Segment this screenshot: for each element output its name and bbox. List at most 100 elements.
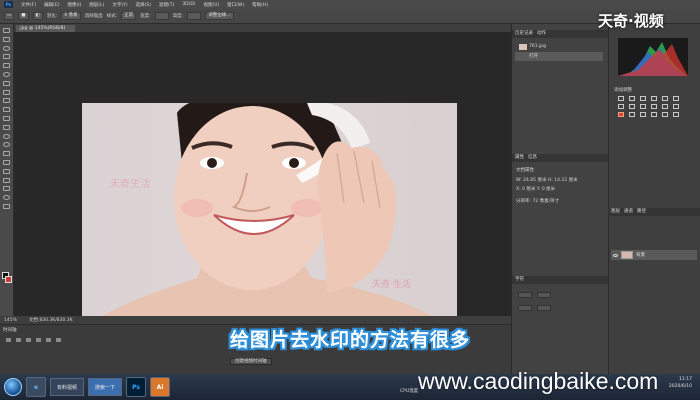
zoom-tool-icon[interactable]	[3, 195, 10, 201]
more-tools-icon[interactable]	[3, 203, 10, 209]
taskbar-search-window[interactable]: 搜索一下	[88, 378, 123, 396]
clone-stamp-tool-icon[interactable]	[3, 98, 10, 104]
history-snapshot[interactable]: 761.jpg	[515, 42, 603, 51]
curves-icon[interactable]	[640, 96, 646, 101]
add-selection-button[interactable]: ◧	[32, 12, 43, 20]
menu-type[interactable]: 文字(Y)	[108, 2, 131, 8]
taskbar-ie-icon[interactable]: e	[26, 377, 46, 397]
menu-edit[interactable]: 编辑(E)	[40, 2, 63, 8]
shadows-icon[interactable]	[662, 112, 668, 117]
gradient-map-icon[interactable]	[618, 112, 624, 117]
brush-tool-icon[interactable]	[3, 89, 10, 95]
kerning-field[interactable]	[537, 305, 552, 311]
type-tool-icon[interactable]	[3, 159, 10, 165]
tab-actions[interactable]: 动作	[537, 30, 546, 38]
photo-filter-icon[interactable]	[640, 104, 646, 109]
refine-edge-button[interactable]: 调整边缘...	[205, 12, 234, 20]
cpu-temp: CPU温度	[400, 389, 419, 394]
exposure-icon[interactable]	[651, 96, 657, 101]
posterize-icon[interactable]	[640, 112, 646, 117]
background-color-swatch[interactable]	[5, 276, 12, 283]
adjustments-title: 添加调整	[614, 88, 632, 93]
vibrance-icon[interactable]	[662, 96, 668, 101]
invert-icon[interactable]	[673, 104, 679, 109]
move-tool-icon[interactable]	[3, 28, 10, 33]
taskbar-photoshop-icon[interactable]: Ps	[126, 377, 147, 397]
antialias-label[interactable]: 消除锯齿	[85, 13, 103, 19]
eye-icon[interactable]	[613, 253, 618, 257]
history-step-open[interactable]: 打开	[515, 52, 603, 61]
hdr-icon[interactable]	[673, 112, 679, 117]
properties-pos-row: X: 0 厘米 Y: 0 厘米	[516, 186, 555, 192]
marquee-tool-icon[interactable]	[3, 36, 10, 42]
menu-file[interactable]: 文件(F)	[17, 2, 40, 8]
layer-background[interactable]: 背景	[611, 250, 697, 260]
menu-bar: Ps 文件(F) 编辑(E) 图像(I) 图层(L) 文字(Y) 选择(S) 滤…	[0, 0, 700, 9]
create-video-timeline-button[interactable]: 创建视频时间轴	[230, 358, 272, 365]
tab-character[interactable]: 字符	[515, 276, 524, 284]
zoom-level[interactable]: 145%	[4, 318, 17, 323]
menu-layer[interactable]: 图层(L)	[85, 2, 108, 8]
dodge-tool-icon[interactable]	[3, 142, 10, 148]
history-brush-tool-icon[interactable]	[3, 107, 10, 113]
layers-tabs: 图层 通道 路径	[608, 208, 700, 216]
tab-info[interactable]: 信息	[528, 154, 537, 162]
y-value: 0 厘米	[541, 187, 556, 192]
options-bar: ▭ ■ ◧ 羽化: 0 像素 消除锯齿 样式: 正常 宽度: 高度: 调整边缘.…	[0, 9, 700, 24]
system-clock[interactable]: 11:17 2020/6/10	[669, 376, 692, 390]
brightness-icon[interactable]	[618, 96, 624, 101]
menu-select[interactable]: 选择(S)	[132, 2, 155, 8]
channel-mixer-icon[interactable]	[651, 104, 657, 109]
pen-tool-icon[interactable]	[3, 151, 10, 157]
gradient-tool-icon[interactable]	[3, 124, 10, 130]
threshold-icon[interactable]	[651, 112, 657, 117]
start-button[interactable]	[4, 378, 22, 396]
snapshot-thumbnail	[519, 43, 527, 50]
crop-tool-icon[interactable]	[3, 63, 10, 69]
document-tab[interactable]: .jpg @ 145%(RGB/8)	[16, 25, 76, 32]
color-balance-icon[interactable]	[618, 104, 624, 109]
properties-size-row: W: 24.85 厘米 H: 14.22 厘米	[516, 177, 578, 183]
w-label: W:	[516, 178, 522, 183]
lasso-tool-icon[interactable]	[3, 45, 10, 51]
tab-properties[interactable]: 属性	[515, 154, 524, 162]
hand-tool-icon[interactable]	[3, 186, 10, 192]
tool-preset-picker[interactable]: ▭	[4, 12, 15, 20]
new-selection-button[interactable]: ■	[18, 12, 29, 20]
tab-channels[interactable]: 通道	[624, 208, 633, 216]
document-image[interactable]: 天奇生活 天奇·生活	[82, 103, 457, 319]
width-input[interactable]	[154, 12, 169, 20]
eraser-tool-icon[interactable]	[3, 115, 10, 121]
height-input[interactable]	[187, 12, 202, 20]
tab-history[interactable]: 历史记录	[515, 30, 533, 38]
feather-input[interactable]: 0 像素	[61, 12, 81, 20]
menu-window[interactable]: 窗口(W)	[223, 2, 248, 8]
menu-filter[interactable]: 滤镜(T)	[155, 2, 178, 8]
eyedropper-tool-icon[interactable]	[3, 71, 10, 77]
healing-brush-tool-icon[interactable]	[3, 80, 10, 86]
hue-saturation-icon[interactable]	[673, 96, 679, 101]
taskbar-video-window[interactable]: 有料视频	[50, 378, 85, 396]
site-url-watermark: www.caodingbaike.com	[418, 368, 659, 394]
x-label: X:	[516, 187, 521, 192]
selective-color-icon[interactable]	[629, 112, 635, 117]
menu-image[interactable]: 图像(I)	[63, 2, 85, 8]
color-lookup-icon[interactable]	[662, 104, 668, 109]
shape-tool-icon[interactable]	[3, 177, 10, 183]
style-select[interactable]: 正常	[121, 12, 137, 20]
menu-3d[interactable]: 3D(D)	[178, 2, 199, 7]
blur-tool-icon[interactable]	[3, 133, 10, 139]
adjustment-icons	[618, 96, 681, 117]
quick-select-tool-icon[interactable]	[3, 54, 10, 60]
path-select-tool-icon[interactable]	[3, 168, 10, 174]
taskbar-illustrator-icon[interactable]: Ai	[150, 377, 171, 397]
leading-field[interactable]	[537, 292, 552, 298]
tab-paths[interactable]: 路径	[637, 208, 646, 216]
levels-icon[interactable]	[629, 96, 635, 101]
font-size-field[interactable]	[518, 292, 532, 298]
menu-view[interactable]: 视图(V)	[200, 2, 224, 8]
tab-layers[interactable]: 图层	[611, 208, 620, 216]
menu-help[interactable]: 帮助(H)	[248, 2, 272, 8]
tracking-field[interactable]	[518, 305, 532, 311]
black-white-icon[interactable]	[629, 104, 635, 109]
